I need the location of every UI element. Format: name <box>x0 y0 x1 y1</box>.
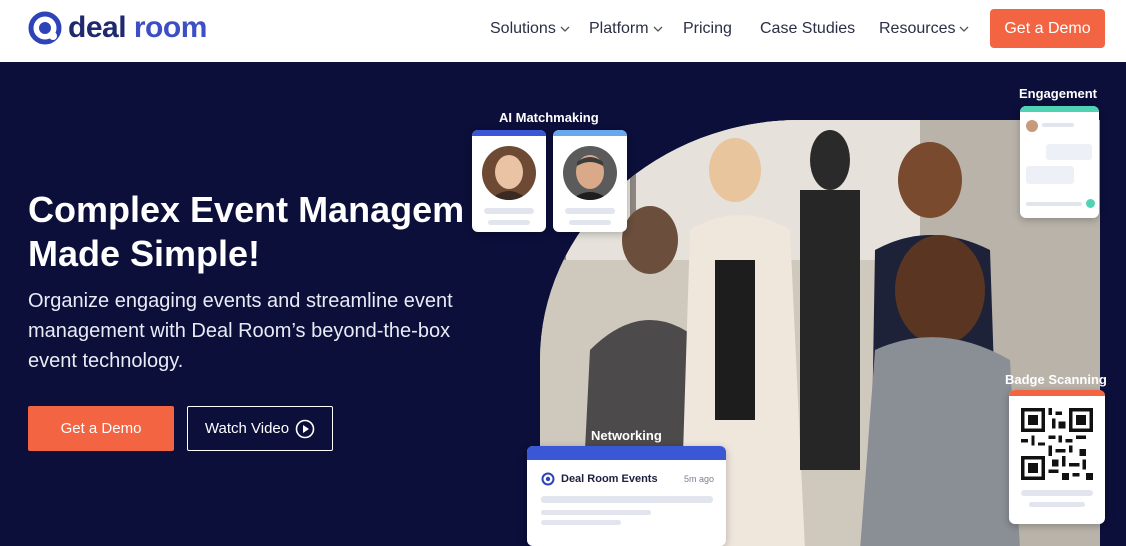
skeleton-line <box>541 510 651 515</box>
networking-label: Networking <box>591 428 662 443</box>
qr-code-icon <box>1021 408 1093 480</box>
badge-scanning-label: Badge Scanning <box>1005 372 1107 387</box>
card-accent-bar <box>1009 390 1105 396</box>
avatar <box>1026 120 1038 132</box>
card-accent-bar <box>1020 106 1099 112</box>
deal-room-logo-icon <box>541 472 555 486</box>
skeleton-line <box>565 208 615 214</box>
hero-section: Complex Event Managem Made Simple! Organ… <box>0 62 1126 546</box>
card-accent-bar <box>527 446 726 460</box>
skeleton-line <box>1021 490 1093 496</box>
hero-headline-line1: Complex Event Managem <box>28 189 465 230</box>
networking-card-time: 5m ago <box>683 474 714 484</box>
avatar-man-icon <box>563 146 617 200</box>
chevron-down-icon <box>960 26 969 32</box>
matchmaking-card-1 <box>472 130 546 232</box>
networking-card-title: Deal Room Events <box>561 473 658 485</box>
skeleton-line <box>484 208 534 214</box>
nav-pricing-label: Pricing <box>683 20 732 37</box>
nav-solutions[interactable]: Solutions <box>490 19 570 39</box>
nav-platform[interactable]: Platform <box>589 19 663 39</box>
nav-pricing[interactable]: Pricing <box>683 19 732 39</box>
watch-video-button[interactable]: Watch Video <box>187 406 333 451</box>
nav-case-studies[interactable]: Case Studies <box>760 19 855 39</box>
chat-bubble <box>1046 144 1092 160</box>
badge-scanning-card <box>1009 390 1105 524</box>
avatar-woman-icon <box>482 146 536 200</box>
skeleton-line <box>569 220 611 225</box>
skeleton-line <box>1026 202 1082 206</box>
hero-headline-line2: Made Simple! <box>28 233 261 274</box>
skeleton-line <box>541 520 621 525</box>
matchmaking-card-2 <box>553 130 627 232</box>
chat-bubble <box>1026 166 1074 184</box>
header-get-demo-button[interactable]: Get a Demo <box>990 9 1105 48</box>
avatar <box>563 146 617 200</box>
engagement-card <box>1020 106 1099 218</box>
nav-platform-label: Platform <box>589 20 649 37</box>
card-accent-bar <box>472 130 546 136</box>
skeleton-line <box>1042 123 1074 127</box>
avatar <box>482 146 536 200</box>
send-icon <box>1086 199 1095 208</box>
chevron-down-icon <box>560 26 570 32</box>
engagement-label: Engagement <box>1019 86 1098 101</box>
skeleton-line <box>541 496 713 503</box>
card-accent-bar <box>553 130 627 136</box>
hero-get-demo-button[interactable]: Get a Demo <box>28 406 174 451</box>
chevron-down-icon <box>653 26 663 32</box>
nav-resources-label: Resources <box>879 20 956 37</box>
nav-solutions-label: Solutions <box>490 20 556 37</box>
nav-resources[interactable]: Resources <box>879 19 969 39</box>
networking-card: Deal Room Events 5m ago <box>527 446 726 546</box>
nav-case-studies-label: Case Studies <box>760 20 856 37</box>
hero-subtitle: Organize engaging events and streamline … <box>28 290 453 372</box>
site-header: deal room Solutions Platform Pricing Cas… <box>0 0 1126 62</box>
deal-room-logo-icon <box>28 11 62 45</box>
skeleton-line <box>488 220 530 225</box>
brand-logo[interactable]: deal room <box>28 11 207 45</box>
play-circle-icon <box>295 419 315 438</box>
hero-headline: Complex Event Managem Made Simple! <box>28 188 548 276</box>
brand-wordmark: deal room <box>68 11 207 44</box>
watch-video-label: Watch Video <box>204 420 290 437</box>
ai-matchmaking-label: AI Matchmaking <box>499 110 599 125</box>
skeleton-line <box>1029 502 1085 507</box>
